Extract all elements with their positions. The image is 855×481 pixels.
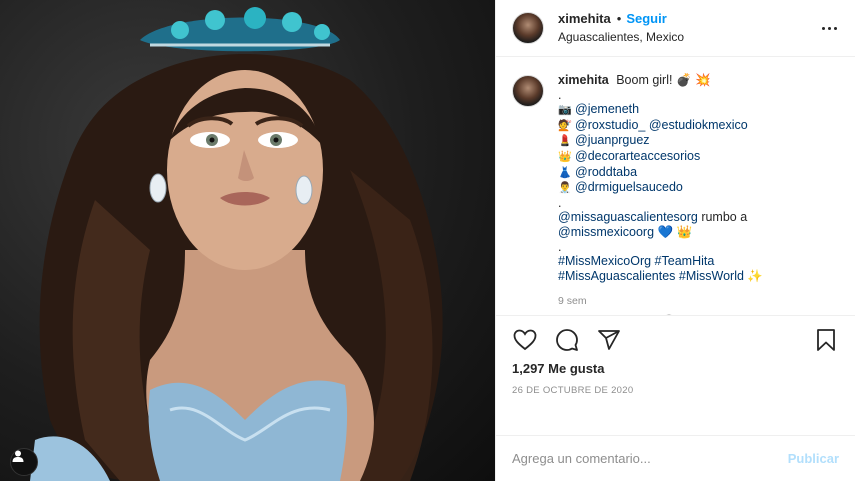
camera-emoji: 📷	[558, 104, 572, 117]
caption-line: 💄 @juanprguez	[558, 133, 763, 149]
save-button[interactable]	[813, 327, 839, 353]
author-username[interactable]: ximehita	[558, 11, 611, 27]
caption: ximehita Boom girl! 💣 💥 . 📷 @jemeneth 💇 @r…	[512, 73, 839, 309]
user-tags-button[interactable]	[10, 448, 38, 476]
post-photo[interactable]	[0, 0, 495, 481]
mention-link[interactable]: @missmexicoorg	[558, 225, 654, 239]
separator-dot: •	[616, 11, 622, 27]
haircut-emoji: 💇	[558, 119, 572, 132]
comment-input[interactable]	[512, 451, 780, 466]
comment-icon	[556, 329, 578, 351]
user-icon	[12, 450, 24, 462]
caption-line: .	[558, 87, 562, 102]
bookmark-icon	[817, 329, 835, 351]
share-icon	[598, 330, 620, 350]
mention-link[interactable]: @juanprguez	[575, 133, 650, 147]
caption-body: ximehita Boom girl! 💣 💥 . 📷 @jemeneth 💇 @r…	[558, 73, 763, 309]
caption-line: .	[558, 239, 562, 254]
comments-section: ximehita Boom girl! 💣 💥 . 📷 @jemeneth 💇 @r…	[496, 57, 855, 315]
caption-time-ago: 9 sem	[558, 295, 587, 308]
share-button[interactable]	[596, 327, 622, 353]
caption-line: 👗 @roddtaba	[558, 165, 763, 181]
caption-text: 💙 👑	[654, 224, 693, 239]
post-actions: 1,297 Me gusta 26 DE OCTUBRE DE 2020	[496, 315, 855, 435]
caption-line: 👑 @decorarteaccesorios	[558, 149, 763, 165]
mention-link[interactable]: @drmiguelsaucedo	[575, 180, 683, 194]
caption-line: @missaguascalientesorg rumbo a	[558, 210, 763, 225]
caption-line: 👨‍⚕️ @drmiguelsaucedo	[558, 180, 763, 196]
doctor-emoji: 👨‍⚕️	[558, 182, 572, 195]
hashtag-line[interactable]: #MissAguascalientes #MissWorld ✨	[558, 269, 763, 284]
hashtag-line[interactable]: #MissMexicoOrg #TeamHita	[558, 254, 763, 269]
like-button[interactable]	[512, 327, 538, 353]
author-avatar[interactable]	[512, 12, 544, 44]
caption-avatar[interactable]	[512, 75, 544, 107]
dress-emoji: 👗	[558, 166, 572, 179]
caption-line: @missmexicoorg 💙 👑	[558, 225, 763, 240]
caption-line: 💇 @roxstudio_ @estudiokmexico	[558, 118, 763, 134]
post-side-panel: ximehita • Seguir Aguascalientes, Mexico…	[495, 0, 855, 481]
add-comment-bar: Publicar	[496, 435, 855, 481]
caption-text: rumbo a	[697, 210, 748, 225]
post-header: ximehita • Seguir Aguascalientes, Mexico	[496, 0, 855, 57]
mention-link[interactable]: @roxstudio_ @estudiokmexico	[575, 118, 748, 132]
comment-button[interactable]	[554, 327, 580, 353]
mention-link[interactable]: @decorarteaccesorios	[575, 149, 700, 163]
post-date[interactable]: 26 DE OCTUBRE DE 2020	[512, 385, 839, 396]
mention-link[interactable]: @roddtaba	[575, 165, 637, 179]
caption-line: .	[558, 195, 562, 210]
caption-text: Boom girl! 💣 💥	[616, 73, 711, 87]
mention-link[interactable]: @jemeneth	[575, 102, 639, 116]
publish-button[interactable]: Publicar	[788, 451, 839, 466]
caption-username[interactable]: ximehita	[558, 73, 609, 87]
follow-button[interactable]: Seguir	[626, 11, 666, 27]
crown-emoji: 👑	[558, 150, 572, 163]
mention-link[interactable]: @missaguascalientesorg	[558, 210, 698, 224]
caption-line: 📷 @jemeneth	[558, 102, 763, 118]
lipstick-emoji: 💄	[558, 135, 572, 148]
caption-line: ximehita Boom girl! 💣 💥	[558, 73, 763, 88]
post-location[interactable]: Aguascalientes, Mexico	[558, 30, 684, 45]
action-icons-row	[512, 320, 839, 360]
more-options-icon[interactable]	[817, 18, 841, 38]
portrait-image	[30, 7, 443, 481]
likes-count[interactable]: 1,297 Me gusta	[512, 361, 839, 376]
instagram-post: ximehita • Seguir Aguascalientes, Mexico…	[0, 0, 855, 481]
heart-icon	[513, 329, 537, 351]
